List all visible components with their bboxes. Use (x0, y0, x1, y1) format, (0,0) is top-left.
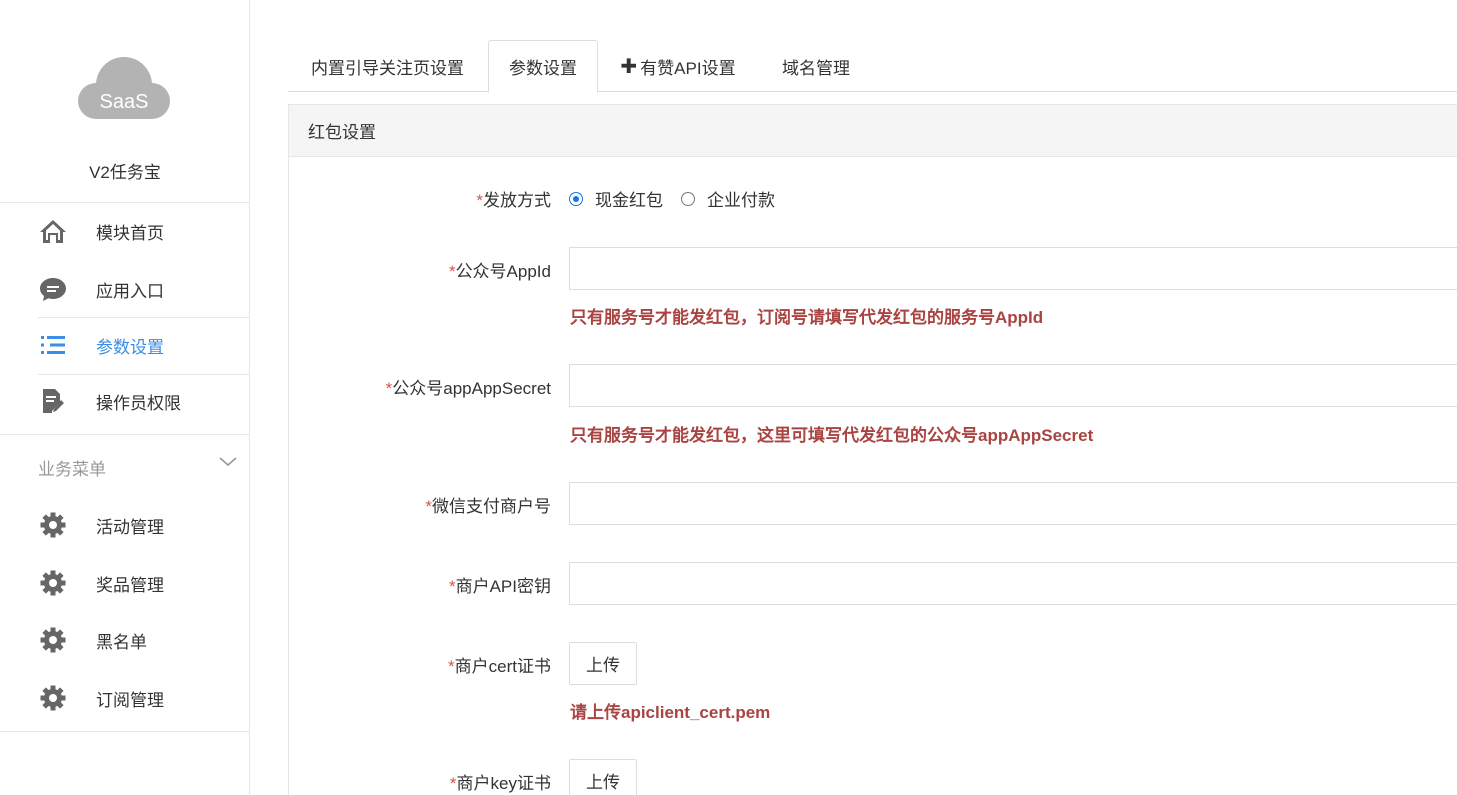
group-title: 业务菜单 (38, 460, 106, 479)
gear-icon (38, 510, 68, 540)
tab-params[interactable]: 参数设置 (488, 40, 598, 93)
tab-youzan-api[interactable]: ✚ 有赞API设置 (608, 40, 748, 92)
app-secret-label: *公众号appAppSecret (385, 379, 551, 398)
app-name: V2任务宝 (89, 163, 161, 182)
sidebar-item-label: 奖品管理 (96, 575, 164, 595)
tab-label: 参数设置 (509, 59, 577, 78)
appid-hint: 只有服务号才能发红包，订阅号请填写代发红包的服务号AppId (570, 308, 1044, 327)
sidebar-item-label: 订阅管理 (96, 690, 164, 710)
gear-icon (38, 625, 68, 655)
sidebar-item-home[interactable]: 模块首页 (0, 203, 249, 259)
send-method-radio-group: 现金红包 企业付款 (569, 186, 793, 211)
sidebar-item-label: 黑名单 (96, 632, 147, 652)
logo-text: SaaS (100, 91, 149, 113)
saas-logo: SaaS (76, 55, 172, 125)
tab-bar: 内置引导关注页设置 参数设置 ✚ 有赞API设置 域名管理 (288, 40, 1457, 93)
cert-label: *商户cert证书 (448, 657, 551, 676)
sidebar-item-prizes[interactable]: 奖品管理 (0, 555, 249, 611)
tab-guide-page[interactable]: 内置引导关注页设置 (288, 40, 487, 92)
appid-label: *公众号AppId (448, 262, 551, 281)
plus-icon: ✚ (620, 55, 638, 78)
mch-id-label: *微信支付商户号 (425, 497, 551, 516)
sidebar-item-label: 应用入口 (96, 281, 164, 301)
gear-icon (38, 568, 68, 598)
sidebar-item-entry[interactable]: 应用入口 (0, 261, 249, 317)
radio-unchecked-icon[interactable] (681, 191, 695, 206)
app-secret-hint: 只有服务号才能发红包，这里可填写代发红包的公众号appAppSecret (570, 426, 1094, 445)
tab-label: 有赞API设置 (640, 58, 736, 78)
red-packet-panel: 红包设置 (288, 104, 1457, 795)
mch-id-input[interactable] (569, 482, 1457, 525)
appid-input[interactable] (569, 247, 1457, 290)
sidebar-item-settings[interactable]: 参数设置 (0, 317, 249, 373)
divider (0, 434, 249, 435)
tab-domain[interactable]: 域名管理 (766, 40, 866, 92)
chevron-down-icon[interactable] (218, 452, 238, 472)
radio-enterprise-payment[interactable]: 企业付款 (681, 186, 775, 211)
key-label: *商户key证书 (449, 774, 551, 793)
sidebar-item-activity[interactable]: 活动管理 (0, 497, 249, 553)
sidebar-item-subscriptions[interactable]: 订阅管理 (0, 670, 249, 726)
api-key-label: *商户API密钥 (448, 577, 551, 596)
app-secret-input[interactable] (569, 364, 1457, 407)
radio-cash-red-packet[interactable]: 现金红包 (569, 186, 663, 211)
tab-label: 内置引导关注页设置 (311, 58, 464, 78)
tab-label: 域名管理 (782, 58, 850, 78)
sidebar-item-blacklist[interactable]: 黑名单 (0, 612, 249, 668)
divider (0, 731, 249, 732)
gear-icon (38, 683, 68, 713)
upload-key-button[interactable]: 上传 (569, 759, 637, 795)
chat-icon (38, 274, 68, 304)
sidebar-item-label: 操作员权限 (96, 393, 181, 413)
sidebar-item-label: 模块首页 (96, 223, 164, 243)
home-icon (38, 216, 68, 246)
send-method-label: *发放方式 (476, 191, 551, 210)
sidebar-item-label: 参数设置 (96, 337, 164, 357)
api-key-input[interactable] (569, 562, 1457, 605)
document-edit-icon (38, 386, 68, 416)
panel-title: 红包设置 (289, 105, 1457, 157)
sidebar-item-operators[interactable]: 操作员权限 (0, 373, 249, 429)
list-icon (38, 330, 68, 360)
cert-hint: 请上传apiclient_cert.pem (570, 703, 771, 722)
sidebar-item-label: 活动管理 (96, 517, 164, 537)
sidebar: SaaS V2任务宝 模块首页 应用入口 参数设置 操作员权限 业务菜单 活动管… (0, 0, 250, 795)
radio-checked-icon[interactable] (569, 191, 583, 206)
upload-cert-button[interactable]: 上传 (569, 642, 637, 685)
